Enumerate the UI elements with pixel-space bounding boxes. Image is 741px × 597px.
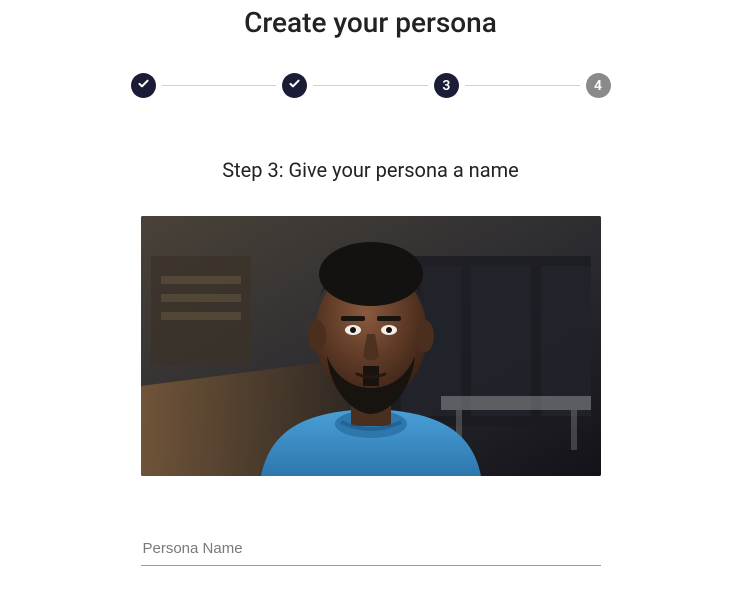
- check-icon: [137, 77, 150, 94]
- step-connector: [313, 85, 428, 86]
- persona-name-field-wrap: [141, 532, 601, 566]
- check-icon: [288, 77, 301, 94]
- persona-preview-image: [141, 216, 601, 476]
- step-4-indicator: 4: [586, 73, 611, 98]
- step-3-indicator: 3: [434, 73, 459, 98]
- step-number: 4: [594, 78, 602, 94]
- step-1-indicator: [131, 73, 156, 98]
- step-number: 3: [442, 78, 450, 94]
- step-connector: [465, 85, 580, 86]
- page-title: Create your persona: [244, 6, 497, 39]
- progress-stepper: 3 4: [131, 73, 611, 98]
- persona-name-input[interactable]: [141, 532, 601, 566]
- step-2-indicator: [282, 73, 307, 98]
- step-heading: Step 3: Give your persona a name: [222, 158, 519, 182]
- step-connector: [162, 85, 277, 86]
